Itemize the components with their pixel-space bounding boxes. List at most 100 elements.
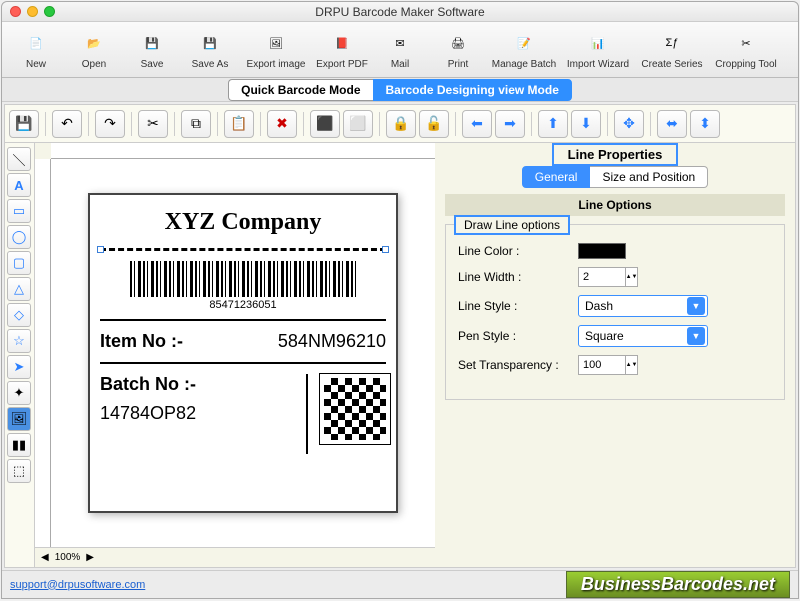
transparency-spinner[interactable]: ▲▼ bbox=[626, 355, 638, 375]
align-right-button[interactable]: ➡ bbox=[495, 110, 525, 138]
zoom-slider[interactable]: ◀ bbox=[41, 552, 49, 563]
maximize-icon[interactable] bbox=[44, 6, 55, 17]
toolbar-save-button[interactable]: 💾 Save bbox=[124, 29, 180, 70]
rounded-rect-tool[interactable]: ▢ bbox=[7, 251, 31, 275]
ruler-horizontal bbox=[51, 143, 435, 159]
cut-button[interactable]: ✂ bbox=[138, 110, 168, 138]
new-icon: 📄 bbox=[22, 29, 50, 57]
series-icon: Σƒ bbox=[658, 29, 686, 57]
dist-h-button[interactable]: ⬌ bbox=[657, 110, 687, 138]
diamond-tool[interactable]: ◇ bbox=[7, 303, 31, 327]
toolbar-open-button[interactable]: 📂 Open bbox=[66, 29, 122, 70]
star-tool[interactable]: ☆ bbox=[7, 329, 31, 353]
text-tool[interactable]: A bbox=[7, 173, 31, 197]
redo-button[interactable]: ↷ bbox=[95, 110, 125, 138]
line-tool[interactable]: ＼ bbox=[7, 147, 31, 171]
pen-style-select[interactable]: Square ▼ bbox=[578, 325, 708, 347]
label-card[interactable]: XYZ Company 85471236051 Item No :- 584NM… bbox=[88, 193, 398, 513]
send-back-button[interactable]: ⬜ bbox=[343, 110, 373, 138]
line-style-value: Dash bbox=[585, 299, 613, 313]
design-canvas[interactable]: XYZ Company 85471236051 Item No :- 584NM… bbox=[51, 159, 435, 547]
resize-handle-right[interactable] bbox=[382, 246, 389, 253]
open-icon: 📂 bbox=[80, 29, 108, 57]
rect-tool[interactable]: ▭ bbox=[7, 199, 31, 223]
toolbar-label: Import Wizard bbox=[567, 59, 629, 70]
chevron-down-icon: ▼ bbox=[687, 297, 705, 315]
toolbar-saveas-button[interactable]: 💾 Save As bbox=[182, 29, 238, 70]
properties-panel: Line Properties General Size and Positio… bbox=[435, 143, 795, 567]
image-tool[interactable]: 🖼 bbox=[7, 407, 31, 431]
brand-badge: BusinessBarcodes.net bbox=[566, 571, 790, 598]
toolbar-export-img-button[interactable]: 🖼Export image bbox=[240, 29, 312, 70]
paste-button[interactable]: 📋 bbox=[224, 110, 254, 138]
import-icon: 📊 bbox=[584, 29, 612, 57]
transparency-input[interactable] bbox=[578, 355, 626, 375]
dist-v-button[interactable]: ⬍ bbox=[690, 110, 720, 138]
section-header: Line Options bbox=[445, 194, 785, 216]
toolbar-mail-button[interactable]: ✉ Mail bbox=[372, 29, 428, 70]
toolbar-export-pdf-button[interactable]: 📕Export PDF bbox=[314, 29, 370, 70]
line-color-swatch[interactable] bbox=[578, 243, 626, 259]
toolbar-batch-button[interactable]: 📝Manage Batch bbox=[488, 29, 560, 70]
bring-front-button[interactable]: ⬛ bbox=[310, 110, 340, 138]
triangle-tool[interactable]: △ bbox=[7, 277, 31, 301]
toolbar-label: Cropping Tool bbox=[715, 59, 777, 70]
align-left-button[interactable]: ⬅ bbox=[462, 110, 492, 138]
toolbar-new-button[interactable]: 📄New bbox=[8, 29, 64, 70]
toolbar-label: Save bbox=[141, 59, 164, 70]
line-width-spinner[interactable]: ▲▼ bbox=[626, 267, 638, 287]
toolbar-print-button[interactable]: 🖨Print bbox=[430, 29, 486, 70]
copy-button[interactable]: ⧉ bbox=[181, 110, 211, 138]
save-icon: 💾 bbox=[138, 29, 166, 57]
batch-icon: 📝 bbox=[510, 29, 538, 57]
fieldset-legend: Draw Line options bbox=[454, 215, 570, 235]
toolbar-label: Save As bbox=[192, 59, 229, 70]
saveas-icon: 💾 bbox=[196, 29, 224, 57]
align-top-button[interactable]: ⬆ bbox=[538, 110, 568, 138]
line-style-select[interactable]: Dash ▼ bbox=[578, 295, 708, 317]
ruler-vertical bbox=[35, 159, 51, 547]
toolbar-label: Print bbox=[448, 59, 469, 70]
close-icon[interactable] bbox=[10, 6, 21, 17]
dashed-line[interactable] bbox=[100, 248, 386, 251]
zoom-value: 100% bbox=[55, 552, 81, 563]
burst-tool[interactable]: ✦ bbox=[7, 381, 31, 405]
line-style-label: Line Style : bbox=[458, 299, 578, 313]
barcode-tool[interactable]: ▮▮ bbox=[7, 433, 31, 457]
tab-design-mode[interactable]: Barcode Designing view Mode bbox=[373, 79, 572, 101]
toolbar-series-button[interactable]: Σƒ Create Series bbox=[636, 29, 708, 70]
shape-toolbar: ＼ A ▭ ◯ ▢ △ ◇ ☆ ➤ ✦ 🖼 ▮▮ ⬚ bbox=[5, 143, 35, 567]
tab-quick-mode[interactable]: Quick Barcode Mode bbox=[228, 79, 372, 101]
toolbar-crop-button[interactable]: ✂Cropping Tool bbox=[710, 29, 782, 70]
export-pdf-icon: 📕 bbox=[328, 29, 356, 57]
qr-code[interactable] bbox=[306, 374, 386, 454]
toolbar-label: Mail bbox=[391, 59, 409, 70]
main-toolbar: 📄New 📂 Open 💾 Save 💾 Save As 🖼Export image📕Expo… bbox=[2, 22, 798, 78]
barcode-1d[interactable] bbox=[130, 261, 356, 297]
company-text[interactable]: XYZ Company bbox=[100, 205, 386, 244]
line-width-input[interactable] bbox=[578, 267, 626, 287]
lock-button[interactable]: 🔒 bbox=[386, 110, 416, 138]
toolbar-label: Open bbox=[82, 59, 106, 70]
save-button[interactable]: 💾 bbox=[9, 110, 39, 138]
tab-size-position[interactable]: Size and Position bbox=[590, 166, 708, 188]
ellipse-tool[interactable]: ◯ bbox=[7, 225, 31, 249]
minimize-icon[interactable] bbox=[27, 6, 38, 17]
support-email-link[interactable]: support@drpusoftware.com bbox=[10, 579, 145, 591]
arrow-tool[interactable]: ➤ bbox=[7, 355, 31, 379]
resize-handle-left[interactable] bbox=[97, 246, 104, 253]
watermark-tool[interactable]: ⬚ bbox=[7, 459, 31, 483]
toolbar-label: Create Series bbox=[641, 59, 702, 70]
delete-button[interactable]: ✖ bbox=[267, 110, 297, 138]
undo-button[interactable]: ↶ bbox=[52, 110, 82, 138]
batch-value: 14784OP82 bbox=[100, 403, 306, 424]
align-center-button[interactable]: ✥ bbox=[614, 110, 644, 138]
zoom-slider-end[interactable]: ▶ bbox=[86, 552, 94, 563]
align-bottom-button[interactable]: ⬇ bbox=[571, 110, 601, 138]
toolbar-import-button[interactable]: 📊 Import Wizard bbox=[562, 29, 634, 70]
line-color-label: Line Color : bbox=[458, 244, 578, 258]
tab-general[interactable]: General bbox=[522, 166, 591, 188]
line-width-label: Line Width : bbox=[458, 270, 578, 284]
mail-icon: ✉ bbox=[386, 29, 414, 57]
unlock-button[interactable]: 🔓 bbox=[419, 110, 449, 138]
